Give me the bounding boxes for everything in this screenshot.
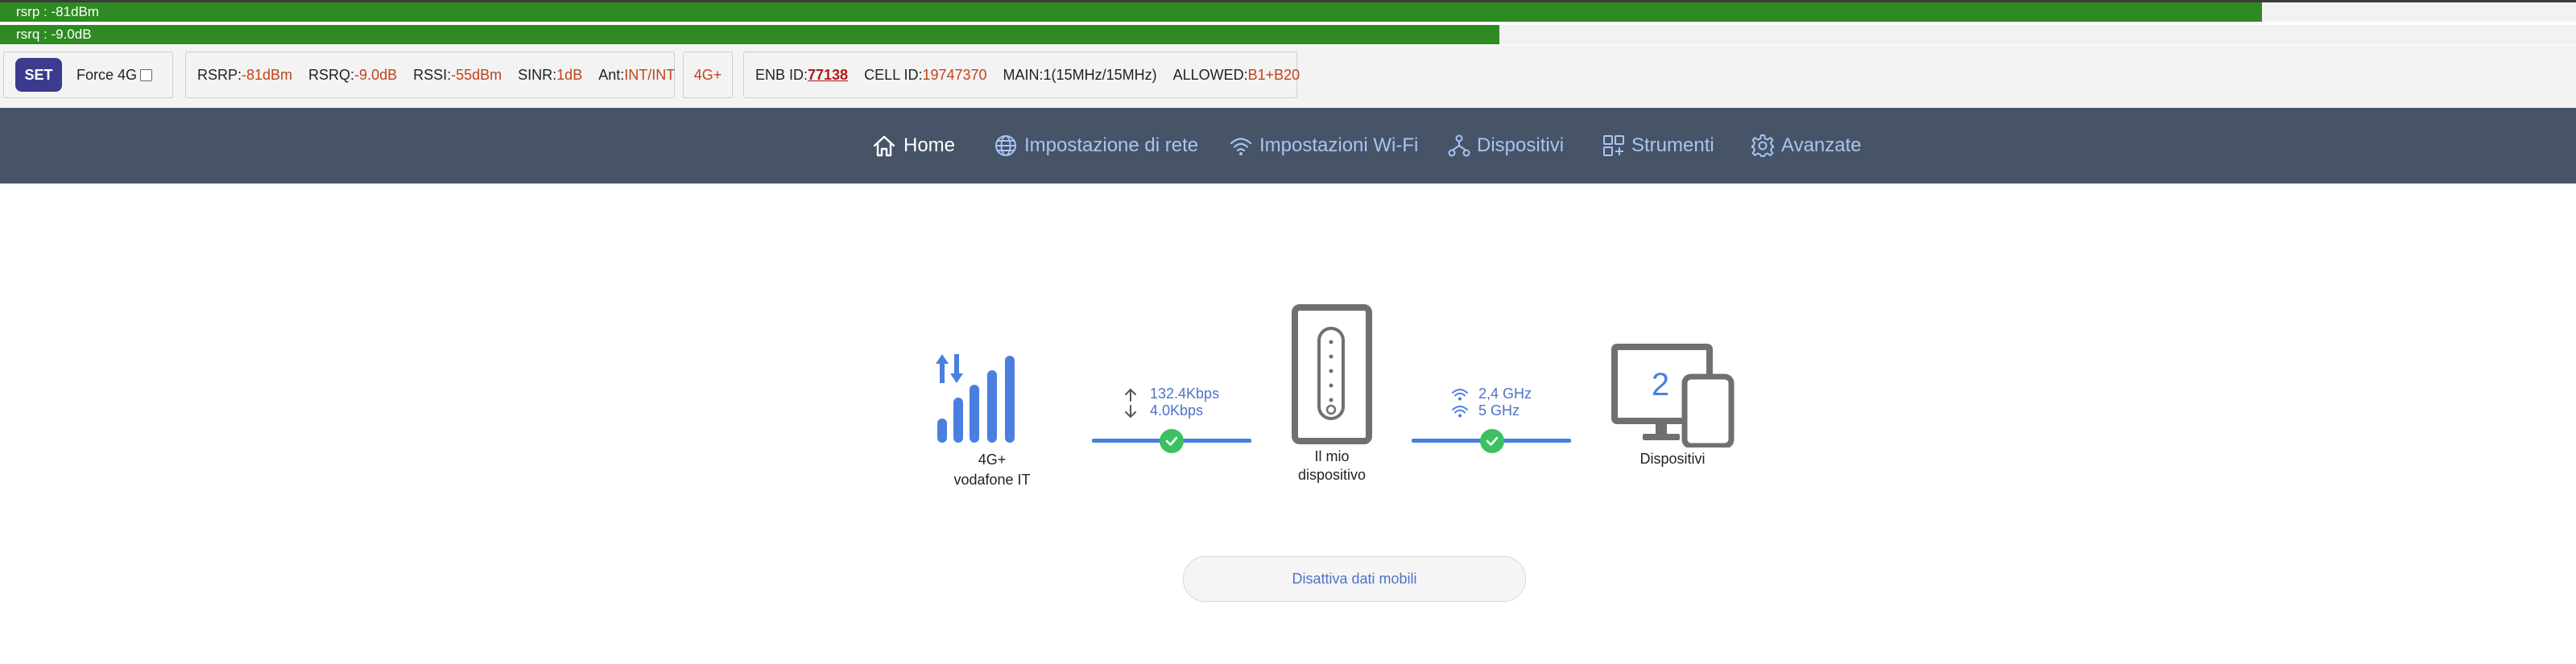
download-speed: 4.0Kbps [1150,402,1204,419]
globe-icon [995,135,1016,156]
cell-id: CELL ID:19747370 [864,66,987,83]
force4g-checkbox[interactable] [140,68,153,81]
allowed-bands: ALLOWED:B1+B20 [1172,66,1300,83]
set-button[interactable]: SET [15,58,62,92]
upload-speed: 132.4Kbps [1150,386,1220,402]
wifi-band1-label: 2,4 GHz [1478,386,1532,402]
operator-label: vodafone IT [953,472,1031,488]
router-label-line1: Il mio [1314,448,1350,464]
nav-home[interactable]: Home [871,108,955,184]
nav-network-settings[interactable]: Impostazione di rete [994,108,1198,184]
set-box: SET Force 4G [3,52,173,98]
main-nav: Home Impostazione di rete Impostazioni W… [0,108,2576,184]
enb-id: ENB ID:77138 [755,66,849,83]
nav-advanced[interactable]: Avanzate [1751,108,1862,184]
rsrq-bar-fill [0,25,1499,44]
status-info-row: SET Force 4G RSRP:-81dBm RSRQ:-9.0dB RSS… [0,45,2576,108]
wifi-band2-label: 5 GHz [1478,402,1520,419]
lan-connected-check-icon [1480,429,1504,453]
home-icon [873,135,895,157]
network-tree-icon [1448,134,1470,157]
speed-arrows-icon [1125,388,1136,419]
nav-tools-label: Strumenti [1631,134,1714,156]
rsrq-metric: RSRQ:-9.0dB [308,66,398,83]
nav-advanced-label: Avanzate [1781,134,1862,156]
rsrp-bar-label: rsrp : -81dBm [16,4,99,19]
network-type-label: 4G+ [978,452,1007,468]
rsrp-metric: RSRP:-81dBm [197,66,293,83]
sinr-metric: SINR:1dB [518,66,583,83]
wifi-band1-icon [1452,389,1468,401]
main-band: MAIN:1(15MHz/15MHz) [1003,66,1157,83]
gear-icon [1751,134,1774,157]
nav-devices[interactable]: Dispositivi [1448,108,1564,184]
signal-metrics-box: RSRP:-81dBm RSRQ:-9.0dB RSSI:-55dBm SINR… [185,52,675,98]
force4g-label: Force 4G [76,66,138,83]
wifi-band2-icon [1452,406,1468,418]
nav-wifi-label: Impostazioni Wi-Fi [1259,134,1419,156]
router-label-line2: dispositivo [1297,467,1367,483]
wifi-icon [1230,138,1252,155]
nav-tools[interactable]: Strumenti [1602,108,1714,184]
wan-connected-check-icon [1160,429,1184,453]
devices-label: Dispositivi [1639,451,1706,467]
rssi-metric: RSSI:-55dBm [413,66,502,83]
rsrq-signal-bar: rsrq : -9.0dB [0,25,2576,44]
nav-devices-label: Dispositivi [1477,134,1565,156]
network-type-box: 4G+ [683,52,733,98]
router-device-icon [1292,304,1372,444]
antenna-metric: Ant:INT/INT [598,66,676,83]
connected-devices-button[interactable]: 2 [1611,343,1735,447]
nav-home-label: Home [903,134,956,156]
nav-wifi-settings[interactable]: Impostazioni Wi-Fi [1229,108,1418,184]
rsrp-signal-bar: rsrp : -81dBm [0,2,2576,22]
enb-id-link[interactable]: 77138 [808,67,848,83]
nav-network-label: Impostazione di rete [1024,134,1199,156]
tools-grid-icon [1603,135,1624,156]
network-type-badge: 4G+ [693,66,722,83]
devices-count: 2 [1651,367,1670,402]
disable-mobile-data-button[interactable]: Disattiva dati mobili [1183,556,1526,602]
cell-info-box: ENB ID:77138 CELL ID:19747370 MAIN:1(15M… [743,52,1300,98]
rsrp-bar-fill [0,2,2262,22]
rsrq-bar-label: rsrq : -9.0dB [16,27,92,42]
cellular-signal-icon [936,354,1015,443]
